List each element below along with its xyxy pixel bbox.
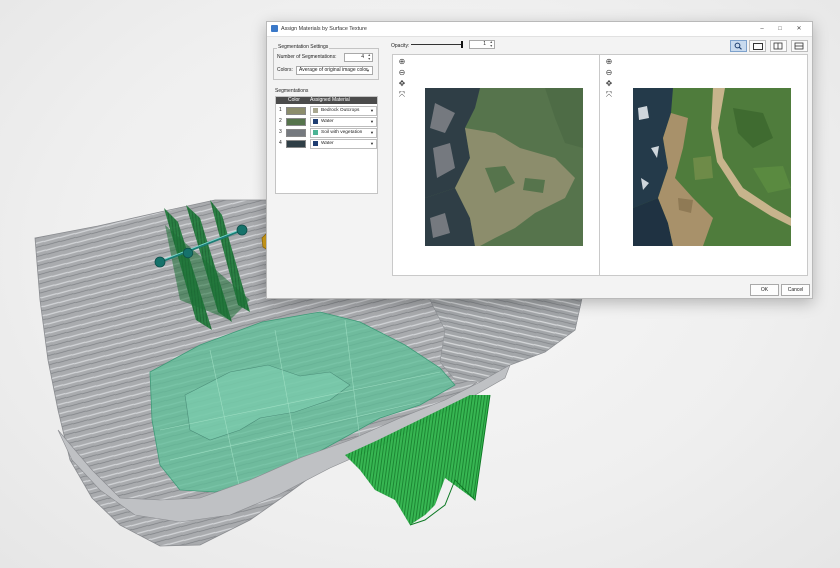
zoom-out-icon[interactable]: ⊖ [604,68,614,77]
material-name: Bedrock Outcrops [321,108,360,113]
view-divider[interactable] [599,55,600,275]
stacked-view-button[interactable] [791,40,808,52]
segmentation-row[interactable]: 3 Soil with vegetation ▼ [276,127,377,138]
app-icon [271,25,278,32]
assign-materials-dialog: Assign Materials by Surface Texture – □ … [266,21,813,299]
opacity-slider-fill [411,44,463,45]
material-swatch [313,130,318,135]
window-title: Assign Materials by Surface Texture [281,26,367,32]
fit-view-icon[interactable]: ⤧ [604,90,614,99]
segmentation-number: 3 [279,129,282,135]
ok-button[interactable]: OK [750,284,779,296]
opacity-slider[interactable] [411,41,463,48]
number-of-segmentations-value: 4 [361,54,364,60]
material-name: Water [321,119,334,124]
material-select[interactable]: Soil with vegetation ▼ [310,128,377,138]
minimize-button[interactable]: – [757,25,767,33]
zoom-in-icon[interactable]: ⊕ [397,57,407,66]
zoom-in-icon[interactable]: ⊕ [604,57,614,66]
colors-select-value: Average of original image color [299,67,368,73]
zoom-select-button[interactable] [730,40,747,52]
image-compare-area[interactable]: ⊕ ⊖ ✥ ⤧ ⊕ ⊖ ✥ ⤧ [392,54,808,276]
material-column-header: Assigned Material [310,97,350,103]
segmentation-color-swatch [286,107,306,115]
number-of-segmentations-label: Number of Segmentations: [277,54,337,60]
chevron-down-icon: ▼ [366,68,370,73]
segmentation-row[interactable]: 1 Bedrock Outcrops ▼ [276,105,377,116]
number-of-segmentations-stepper[interactable]: 4 ▲ ▼ [344,53,373,62]
borehole-sphere-left[interactable] [154,256,166,268]
material-swatch [313,141,318,146]
segmentation-number: 2 [279,118,282,124]
title-bar[interactable]: Assign Materials by Surface Texture – □ … [267,22,812,37]
borehole-sphere-mid[interactable] [182,247,194,259]
segmentation-color-swatch [286,140,306,148]
borehole-sphere-right[interactable] [236,224,248,236]
segmentation-number: 1 [279,107,282,113]
segmented-texture [425,88,583,246]
material-name: Water [321,141,334,146]
single-view-icon [753,43,763,50]
close-button[interactable]: ✕ [794,25,804,33]
stepper-arrows-icon[interactable]: ▲ ▼ [368,53,371,61]
material-swatch [313,108,318,113]
original-image[interactable] [633,88,791,246]
material-swatch [313,119,318,124]
pan-icon[interactable]: ✥ [397,79,407,88]
fit-view-icon[interactable]: ⤧ [397,90,407,99]
segmentations-header: Color Assigned Material [276,97,377,104]
material-name: Soil with vegetation [321,130,363,135]
segmentations-table: Color Assigned Material 1 Bedrock Outcro… [275,96,378,194]
chevron-down-icon: ▼ [370,130,374,135]
segmentation-settings-legend: Segmentation Settings [277,44,330,50]
color-column-header: Color [288,97,300,103]
segmentation-row[interactable]: 4 Water ▼ [276,138,377,149]
opacity-slider-thumb[interactable] [461,41,463,48]
opacity-label: Opacity: [391,43,410,49]
chevron-down-icon: ▼ [370,141,374,146]
segmentation-number: 4 [279,140,282,146]
material-select[interactable]: Bedrock Outcrops ▼ [310,106,377,116]
segmentation-row[interactable]: 2 Water ▼ [276,116,377,127]
zoom-out-icon[interactable]: ⊖ [397,68,407,77]
stacked-view-icon [794,42,804,50]
zoom-select-icon [734,42,742,50]
colors-label: Colors: [277,67,293,73]
chevron-down-icon: ▼ [370,108,374,113]
single-view-button[interactable] [749,40,766,52]
chevron-down-icon: ▼ [370,119,374,124]
colors-select[interactable]: Average of original image color ▼ [296,66,373,75]
opacity-value: 1 [483,41,486,47]
stepper-arrows-icon[interactable]: ▲ ▼ [490,40,493,48]
cancel-button[interactable]: Cancel [781,284,810,296]
segmentation-color-swatch [286,118,306,126]
material-select[interactable]: Water ▼ [310,139,377,149]
side-by-side-icon [773,42,783,50]
pan-icon[interactable]: ✥ [604,79,614,88]
side-by-side-button[interactable] [770,40,787,52]
segmentations-legend: Segmentations [275,88,309,94]
aerial-photo [633,88,791,246]
material-select[interactable]: Water ▼ [310,117,377,127]
maximize-button[interactable]: □ [775,25,785,33]
segmentation-color-swatch [286,129,306,137]
opacity-stepper[interactable]: 1 ▲ ▼ [469,40,495,49]
segmented-image[interactable] [425,88,583,246]
